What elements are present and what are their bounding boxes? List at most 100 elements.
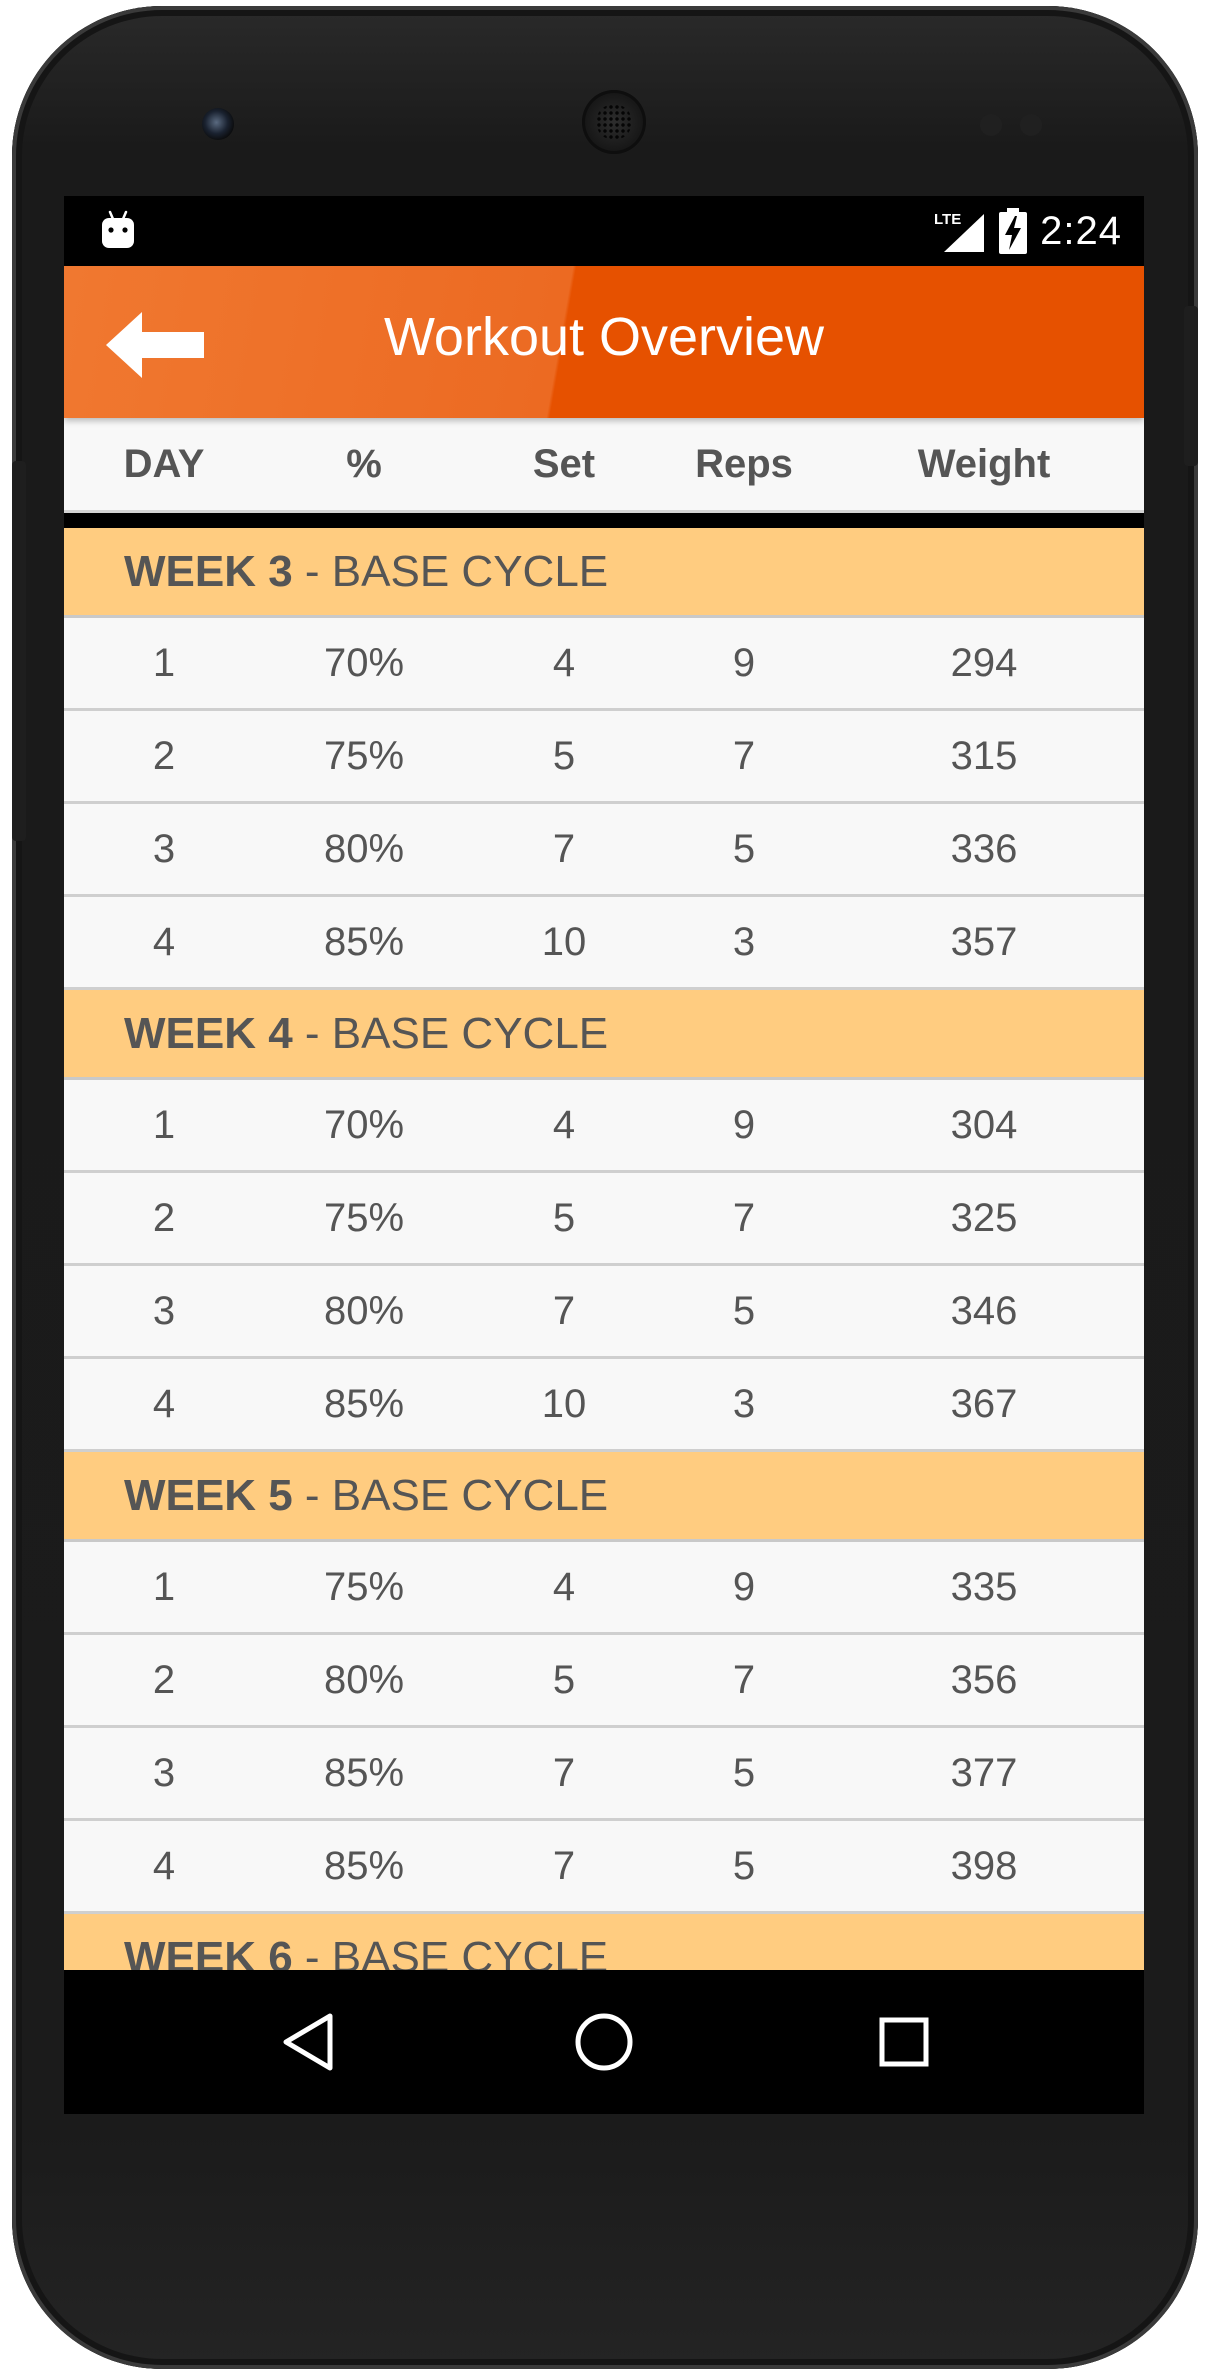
cell-set: 4 (552, 1564, 576, 1609)
cell-weight: 315 (950, 733, 1018, 778)
cell-weight: 294 (950, 640, 1018, 685)
cell-weight: 325 (950, 1195, 1018, 1240)
cell-reps: 5 (732, 1843, 756, 1888)
cell-day: 2 (152, 1657, 176, 1702)
column-header-percent: % (346, 441, 382, 486)
app-bar: Workout Overview (64, 266, 1144, 418)
cell-percent: 70% (323, 640, 405, 685)
cell-set: 7 (552, 1750, 576, 1795)
cell-set: 10 (541, 919, 587, 964)
week-header: WEEK 5 - BASE CYCLE (64, 1452, 1144, 1542)
table-row[interactable]: 2 80% 5 7 356 (64, 1635, 1144, 1728)
cell-reps: 7 (732, 1195, 756, 1240)
cell-weight: 336 (950, 826, 1018, 871)
cell-weight: 304 (950, 1102, 1018, 1147)
table-row[interactable]: 3 80% 7 5 346 (64, 1266, 1144, 1359)
cell-set: 4 (552, 1102, 576, 1147)
table-row[interactable]: 4 85% 10 3 367 (64, 1359, 1144, 1452)
cell-reps: 5 (732, 826, 756, 871)
week-cycle-label: - BASE CYCLE (292, 1470, 609, 1520)
week-header: WEEK 4 - BASE CYCLE (64, 990, 1144, 1080)
cell-percent: 85% (323, 919, 405, 964)
volume-button (12, 461, 26, 841)
cell-day: 3 (152, 1288, 176, 1333)
cell-reps: 3 (732, 1381, 756, 1426)
cell-set: 4 (552, 640, 576, 685)
cell-reps: 7 (732, 1657, 756, 1702)
week-cycle-label: - BASE CYCLE (292, 546, 609, 596)
cell-set: 5 (552, 1657, 576, 1702)
week-number: WEEK 3 (124, 546, 293, 596)
cell-weight: 357 (950, 919, 1018, 964)
proximity-sensor (980, 114, 1002, 136)
cell-percent: 80% (323, 1288, 405, 1333)
week-number: WEEK 5 (124, 1470, 293, 1520)
table-row[interactable]: 3 85% 7 5 377 (64, 1728, 1144, 1821)
cell-weight: 346 (950, 1288, 1018, 1333)
android-debug-icon (102, 210, 134, 248)
table-row[interactable]: 1 70% 4 9 294 (64, 618, 1144, 711)
navigation-bar (64, 1970, 1144, 2114)
cell-reps: 9 (732, 1102, 756, 1147)
cell-day: 2 (152, 1195, 176, 1240)
column-header-set: Set (532, 441, 596, 486)
table-row[interactable]: 4 85% 7 5 398 (64, 1821, 1144, 1914)
cell-percent: 75% (323, 1564, 405, 1609)
cell-set: 7 (552, 1288, 576, 1333)
cell-set: 5 (552, 1195, 576, 1240)
cell-day: 4 (152, 919, 176, 964)
cell-reps: 5 (732, 1288, 756, 1333)
nav-home-circle-icon[interactable] (572, 2010, 636, 2074)
cell-reps: 9 (732, 640, 756, 685)
cell-set: 7 (552, 826, 576, 871)
cell-percent: 75% (323, 733, 405, 778)
table-row[interactable]: 1 70% 4 9 304 (64, 1080, 1144, 1173)
cell-percent: 70% (323, 1102, 405, 1147)
front-camera (202, 108, 234, 140)
nav-back-triangle-icon[interactable] (278, 2010, 342, 2074)
table-row[interactable]: 2 75% 5 7 315 (64, 711, 1144, 804)
cell-day: 1 (152, 1564, 176, 1609)
table-row[interactable]: 3 80% 7 5 336 (64, 804, 1144, 897)
cell-reps: 7 (732, 733, 756, 778)
cell-percent: 85% (323, 1843, 405, 1888)
nav-recents-square-icon[interactable] (872, 2010, 936, 2074)
column-header-weight: Weight (917, 441, 1051, 486)
week-number: WEEK 4 (124, 1008, 293, 1058)
cell-day: 3 (152, 826, 176, 871)
cell-set: 7 (552, 1843, 576, 1888)
cell-weight: 335 (950, 1564, 1018, 1609)
workout-list[interactable]: WEEK 3 - BASE CYCLE 1 70% 4 9 294 2 75% … (64, 528, 1144, 2004)
cell-day: 1 (152, 1102, 176, 1147)
cell-percent: 85% (323, 1750, 405, 1795)
cell-percent: 85% (323, 1381, 405, 1426)
table-row[interactable]: 4 85% 10 3 357 (64, 897, 1144, 990)
column-header-day: DAY (123, 441, 205, 486)
earpiece-speaker (582, 90, 646, 154)
cell-weight: 377 (950, 1750, 1018, 1795)
week-header: WEEK 3 - BASE CYCLE (64, 528, 1144, 618)
cell-day: 3 (152, 1750, 176, 1795)
light-sensor (1020, 114, 1042, 136)
status-time: 2:24 (1040, 208, 1122, 253)
cell-set: 10 (541, 1381, 587, 1426)
cell-reps: 9 (732, 1564, 756, 1609)
page-title: Workout Overview (383, 307, 825, 367)
cell-day: 1 (152, 640, 176, 685)
column-header-reps: Reps (695, 441, 793, 486)
battery-charging-icon (999, 208, 1028, 254)
week-cycle-label: - BASE CYCLE (292, 1008, 609, 1058)
table-row[interactable]: 1 75% 4 9 335 (64, 1542, 1144, 1635)
cell-weight: 398 (950, 1843, 1018, 1888)
cell-percent: 80% (323, 1657, 405, 1702)
power-button (1184, 306, 1198, 466)
cell-day: 4 (152, 1381, 176, 1426)
cell-reps: 5 (732, 1750, 756, 1795)
cell-weight: 356 (950, 1657, 1018, 1702)
lte-signal-icon: LTE (934, 211, 985, 252)
cell-day: 2 (152, 733, 176, 778)
cell-reps: 3 (732, 919, 756, 964)
table-header: DAY % Set Reps Weight (64, 418, 1144, 513)
cell-percent: 80% (323, 826, 405, 871)
table-row[interactable]: 2 75% 5 7 325 (64, 1173, 1144, 1266)
